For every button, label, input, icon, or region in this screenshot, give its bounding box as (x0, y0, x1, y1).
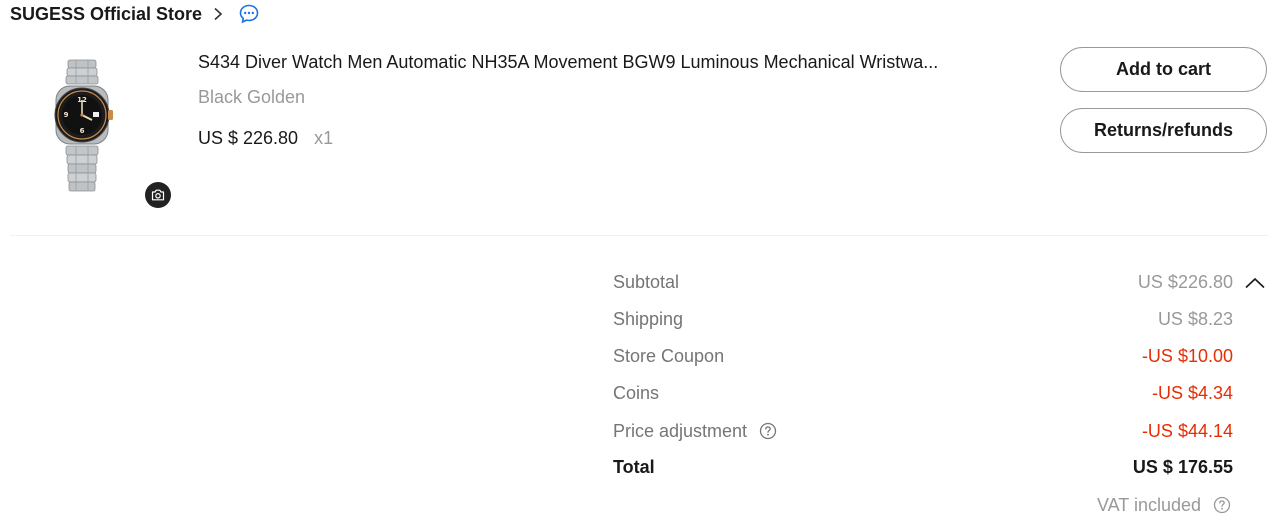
coins-value: -US $4.34 (1151, 382, 1233, 403)
vat-included-label: VAT included (1096, 494, 1201, 515)
returns-refunds-button[interactable]: Returns/refunds (1060, 108, 1267, 153)
help-icon[interactable] (759, 422, 777, 440)
chevron-right-icon[interactable] (212, 7, 224, 21)
summary-row-coins: Coins -US $4.34 (613, 381, 1233, 405)
product-quantity: x1 (314, 128, 334, 148)
summary-row-total: Total US $ 176.55 (613, 455, 1233, 479)
shipping-label: Shipping (613, 308, 684, 329)
price-adjustment-label: Price adjustment (613, 420, 748, 441)
vat-included-row: VAT included (1097, 493, 1231, 517)
store-coupon-value: -US $10.00 (1141, 345, 1233, 366)
svg-text:6: 6 (80, 127, 85, 135)
camera-icon[interactable] (145, 182, 171, 208)
price-adjustment-label-group: Price adjustment (613, 421, 777, 442)
product-variant: Black Golden (198, 87, 306, 107)
svg-text:9: 9 (64, 111, 69, 119)
order-item-card: SUGESS Official Store 6 9 S434 Diver Wat… (0, 0, 1280, 525)
help-icon[interactable] (1213, 496, 1231, 514)
summary-row-price-adjustment: Price adjustment -US $44.14 (613, 419, 1233, 443)
store-name-link[interactable]: SUGESS Official Store (10, 4, 202, 25)
total-label: Total (613, 456, 655, 477)
divider (10, 235, 1268, 236)
store-coupon-label: Store Coupon (613, 345, 725, 366)
total-value: US $ 176.55 (1132, 456, 1233, 477)
product-price-row: US $ 226.80 x1 (198, 127, 333, 149)
summary-row-subtotal: Subtotal US $226.80 (613, 270, 1233, 294)
summary-row-store-coupon: Store Coupon -US $10.00 (613, 344, 1233, 368)
subtotal-value: US $226.80 (1137, 271, 1233, 292)
summary-row-shipping: Shipping US $8.23 (613, 307, 1233, 331)
add-to-cart-button[interactable]: Add to cart (1060, 47, 1267, 92)
chevron-up-icon[interactable] (1243, 274, 1267, 292)
coins-label: Coins (613, 382, 660, 403)
subtotal-label: Subtotal (613, 271, 680, 292)
price-adjustment-value: -US $44.14 (1141, 420, 1233, 441)
product-price: US $ 226.80 (198, 128, 299, 148)
product-image[interactable]: 12 6 9 (48, 58, 116, 196)
store-header: SUGESS Official Store (10, 2, 260, 26)
chat-icon[interactable] (238, 3, 260, 25)
product-title-link[interactable]: S434 Diver Watch Men Automatic NH35A Mov… (198, 50, 1028, 74)
shipping-value: US $8.23 (1157, 308, 1233, 329)
